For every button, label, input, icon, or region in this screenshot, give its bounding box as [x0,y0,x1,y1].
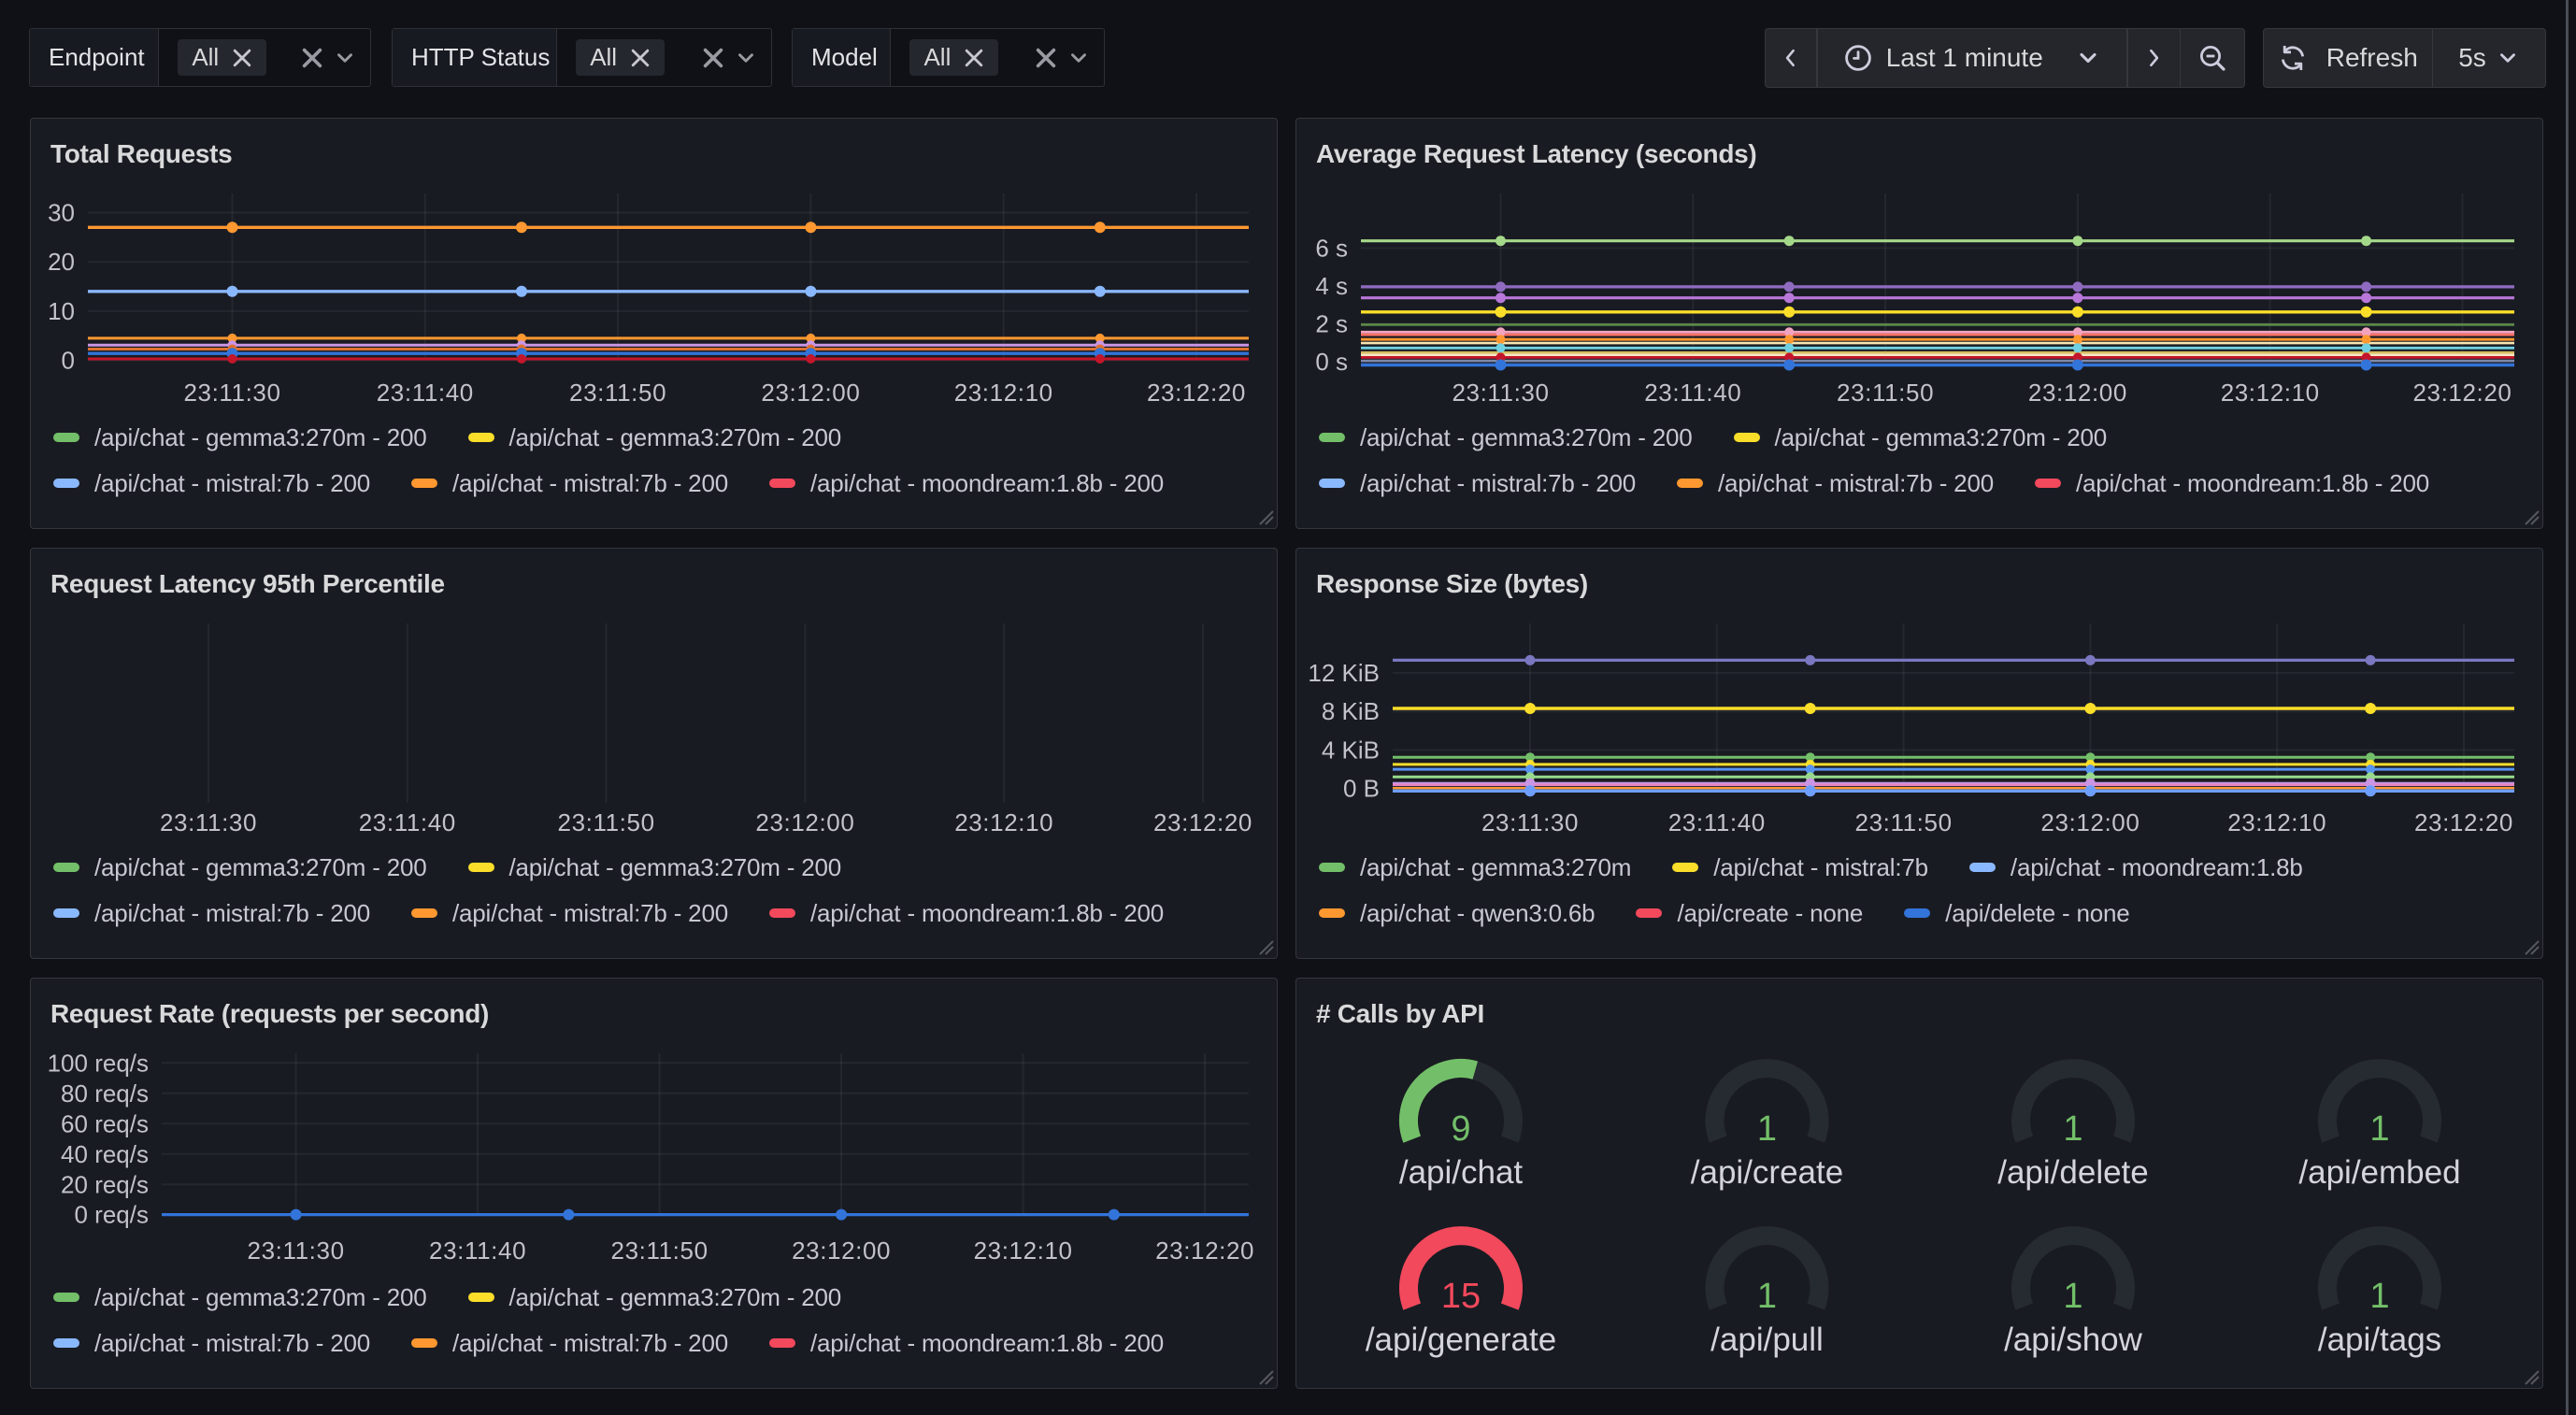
svg-text:/api/tags: /api/tags [2318,1322,2441,1358]
svg-text:23:11:50: 23:11:50 [558,808,655,836]
svg-text:23:11:40: 23:11:40 [429,1236,526,1265]
svg-text:23:12:00: 23:12:00 [755,808,854,836]
svg-text:2 s: 2 s [1315,309,1348,337]
svg-text:0: 0 [62,347,75,375]
svg-text:23:12:20: 23:12:20 [1153,808,1252,836]
svg-text:23:12:00: 23:12:00 [761,379,860,407]
svg-text:23:11:50: 23:11:50 [611,1236,708,1265]
svg-text:23:11:30: 23:11:30 [1481,808,1579,836]
svg-text:/api/pull: /api/pull [1710,1322,1824,1358]
svg-text:23:11:40: 23:11:40 [359,808,456,836]
svg-text:23:12:10: 23:12:10 [2221,379,2320,407]
svg-text:1: 1 [1757,1277,1777,1316]
svg-text:23:12:00: 23:12:00 [2028,379,2127,407]
svg-text:30: 30 [48,199,75,227]
svg-text:1: 1 [2063,1109,2082,1149]
svg-text:20 req/s: 20 req/s [61,1170,149,1198]
svg-text:23:11:50: 23:11:50 [1855,808,1953,836]
svg-text:/api/embed: /api/embed [2298,1154,2460,1191]
svg-text:23:12:10: 23:12:10 [954,379,1053,407]
svg-text:100 req/s: 100 req/s [48,1049,149,1077]
svg-text:8 KiB: 8 KiB [1322,697,1380,725]
svg-text:23:12:20: 23:12:20 [1147,379,1246,407]
svg-text:/api/chat: /api/chat [1399,1154,1524,1191]
svg-text:23:11:40: 23:11:40 [377,379,474,407]
svg-text:23:12:20: 23:12:20 [2412,379,2512,407]
svg-text:23:12:00: 23:12:00 [792,1236,891,1265]
svg-text:40 req/s: 40 req/s [61,1140,149,1168]
svg-text:23:11:40: 23:11:40 [1644,379,1741,407]
svg-text:10: 10 [48,297,75,325]
svg-text:0 B: 0 B [1343,775,1380,803]
svg-text:/api/show: /api/show [2004,1322,2143,1358]
svg-text:/api/delete: /api/delete [1997,1154,2149,1191]
svg-text:23:11:50: 23:11:50 [1837,379,1934,407]
svg-text:23:12:10: 23:12:10 [2227,808,2326,836]
svg-text:23:11:40: 23:11:40 [1668,808,1766,836]
svg-text:0 s: 0 s [1315,348,1348,376]
svg-text:23:12:10: 23:12:10 [974,1236,1073,1265]
svg-text:20: 20 [48,248,75,276]
svg-text:23:11:50: 23:11:50 [569,379,666,407]
svg-text:23:12:20: 23:12:20 [1155,1236,1254,1265]
svg-text:12 KiB: 12 KiB [1308,659,1380,687]
svg-text:23:11:30: 23:11:30 [248,1236,345,1265]
svg-text:80 req/s: 80 req/s [61,1079,149,1108]
svg-text:23:11:30: 23:11:30 [1452,379,1549,407]
svg-text:1: 1 [2369,1277,2389,1316]
svg-text:6 s: 6 s [1315,234,1348,262]
svg-text:23:11:30: 23:11:30 [160,808,257,836]
svg-text:1: 1 [2063,1277,2082,1316]
svg-text:23:12:20: 23:12:20 [2414,808,2513,836]
svg-text:/api/create: /api/create [1691,1154,1843,1191]
svg-text:15: 15 [1441,1277,1481,1316]
svg-text:9: 9 [1451,1109,1470,1149]
svg-text:1: 1 [1757,1109,1777,1149]
svg-text:1: 1 [2369,1109,2389,1149]
svg-text:/api/generate: /api/generate [1366,1322,1556,1358]
svg-text:0 req/s: 0 req/s [75,1201,150,1229]
svg-text:23:12:10: 23:12:10 [954,808,1053,836]
svg-text:4 KiB: 4 KiB [1322,736,1380,765]
svg-text:4 s: 4 s [1315,272,1348,300]
svg-text:23:12:00: 23:12:00 [2040,808,2140,836]
svg-text:60 req/s: 60 req/s [61,1109,149,1137]
svg-text:23:11:30: 23:11:30 [183,379,280,407]
